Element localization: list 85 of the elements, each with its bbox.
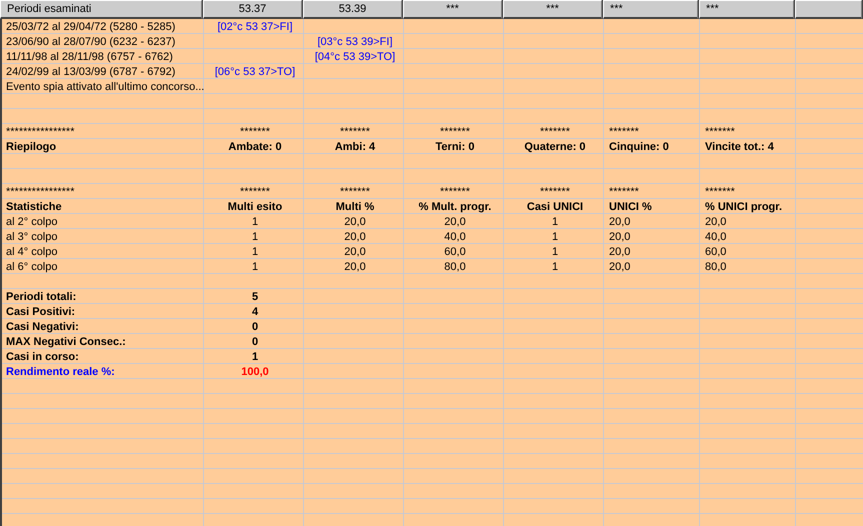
table-cell-text: 5 [250, 290, 260, 304]
table-cell-text: 100,0 [240, 364, 270, 379]
table-cell-text: **************** [5, 124, 76, 139]
column-header[interactable]: Periodi esaminati [0, 0, 202, 19]
table-cell-text: Riepilogo [5, 140, 58, 154]
table-cell-text: 60,0 [443, 244, 467, 259]
column-header[interactable]: *** [403, 0, 502, 19]
table-cell-text: Multi % [334, 200, 376, 214]
table-cell-text: 24/02/99 al 13/03/99 (6787 - 6792) [5, 64, 176, 79]
table-cell-text: Casi Negativi: [5, 320, 80, 334]
table-cell-text: 20,0 [343, 260, 367, 274]
table-cell-text: 1 [550, 260, 560, 274]
table-cell-text: Ambate: 0 [227, 140, 283, 154]
table-cell-text: ******* [539, 124, 571, 139]
table-cell-text: 20,0 [704, 214, 728, 229]
table-cell-text: 20,0 [443, 214, 467, 229]
table-cell-text: 1 [250, 214, 260, 229]
column-header[interactable]: *** [503, 0, 602, 19]
table-cell-text: Ambi: 4 [334, 140, 376, 154]
table-cell-text: Statistiche [5, 200, 63, 214]
table-cell-text: ******* [439, 124, 471, 139]
table-cell-text: ******* [339, 184, 371, 199]
table-cell-text: Multi esito [226, 200, 284, 214]
table-cell-text: 20,0 [608, 230, 632, 244]
table-cell-text: ******* [539, 184, 571, 199]
table-cell-text: ******* [704, 124, 736, 139]
table-cell-text: Cinquine: 0 [608, 140, 670, 154]
table-cell-text: ******* [608, 124, 640, 139]
column-header[interactable]: *** [603, 0, 698, 19]
table-cell-text: 40,0 [704, 230, 728, 244]
table-cell-text: 1 [250, 260, 260, 274]
table-cell-text: UNICI % [608, 200, 653, 214]
table-cell-text: 20,0 [608, 260, 632, 274]
table-cell-text: 20,0 [343, 230, 367, 244]
table-cell-text: al 6° colpo [5, 260, 58, 274]
table-cell-text: Vincite tot.: 4 [704, 140, 775, 154]
table-cell-text: ******* [339, 124, 371, 139]
table-cell-text: 20,0 [343, 214, 367, 229]
table-cell-text: ******* [704, 184, 736, 199]
table-cell-text: 1 [550, 244, 560, 259]
table-cell-text: Evento spia attivato all'ultimo concorso... [5, 80, 205, 94]
table-cell-text: 23/06/90 al 28/07/90 (6232 - 6237) [5, 34, 176, 49]
table-cell-text: Casi UNICI [526, 200, 584, 214]
column-header[interactable]: 53.37 [203, 0, 302, 19]
table-cell-text: 1 [250, 350, 260, 364]
table-cell-text: 20,0 [608, 244, 632, 259]
table-cell-text: ******* [239, 124, 271, 139]
table-cell-text: Casi in corso: [5, 350, 80, 364]
table-cell-text: 20,0 [608, 214, 632, 229]
table-cell-text: al 3° colpo [5, 230, 58, 244]
column-header[interactable]: 53.39 [303, 0, 402, 19]
table-cell-text: Rendimento reale %: [5, 364, 116, 379]
table-cell-text: 80,0 [443, 260, 467, 274]
table-cell-text: Casi Positivi: [5, 304, 76, 319]
table-cell-text: ******* [439, 184, 471, 199]
table-cell-text: 0 [250, 334, 260, 349]
table-cell-text: Periodi totali: [5, 290, 78, 304]
table-cell-text: 1 [250, 244, 260, 259]
table-cell-text: 11/11/98 al 28/11/98 (6757 - 6762) [5, 50, 174, 64]
result-link[interactable]: [03°c 53 39>FI] [305, 34, 405, 49]
table-cell-text: 0 [250, 320, 260, 334]
column-header[interactable]: *** [699, 0, 794, 19]
table-cell-text: 4 [250, 304, 260, 319]
table-cell-text: 60,0 [704, 244, 728, 259]
table-cell-text: 1 [550, 230, 560, 244]
table-cell-text: **************** [5, 184, 76, 199]
table-cell-text: Terni: 0 [434, 140, 476, 154]
table-cell-text: 20,0 [343, 244, 367, 259]
result-link[interactable]: [02°c 53 37>FI] [205, 19, 305, 34]
table-cell-text: % UNICI progr. [704, 200, 784, 214]
table-cell-text: % Mult. progr. [418, 200, 492, 214]
table-cell-text: 1 [550, 214, 560, 229]
table-cell-text: ******* [608, 184, 640, 199]
table-cell-text: MAX Negativi Consec.: [5, 334, 127, 349]
table-cell-text: 1 [250, 230, 260, 244]
table-cell-text: Quaterne: 0 [523, 140, 587, 154]
table-cell-text: ******* [239, 184, 271, 199]
table-cell-text: al 2° colpo [5, 214, 58, 229]
column-header[interactable] [795, 0, 862, 19]
table-cell-text: 25/03/72 al 29/04/72 (5280 - 5285) [5, 20, 176, 34]
result-link[interactable]: [04°c 53 39>TO] [305, 49, 405, 64]
table-cell-text: 80,0 [704, 260, 728, 274]
table-cell-text: 40,0 [443, 230, 467, 244]
table-cell-text: al 4° colpo [5, 244, 58, 259]
result-link[interactable]: [06°c 53 37>TO] [205, 64, 305, 79]
